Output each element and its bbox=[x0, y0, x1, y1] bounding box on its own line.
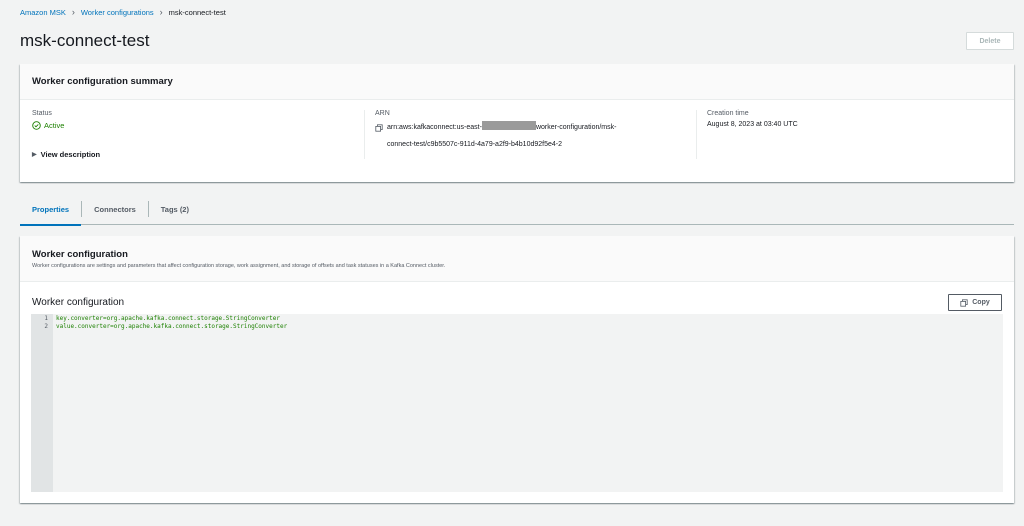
summary-panel: Worker configuration summary Status Acti… bbox=[20, 64, 1014, 182]
breadcrumb-worker-configurations[interactable]: Worker configurations bbox=[81, 8, 154, 17]
config-panel: Worker configuration Worker configuratio… bbox=[20, 236, 1014, 503]
config-header: Worker configuration Worker configuratio… bbox=[20, 236, 1014, 282]
creation-value: August 8, 2023 at 03:40 UTC bbox=[707, 121, 798, 128]
tab-tags[interactable]: Tags (2) bbox=[149, 197, 201, 225]
line-number: 1 bbox=[44, 315, 48, 322]
caret-right-icon: ▶ bbox=[32, 152, 37, 158]
copy-icon[interactable] bbox=[375, 124, 383, 132]
arn-prefix: arn:aws:kafkaconnect:us-east- bbox=[387, 124, 482, 131]
status-column: Status Active ▶ View description bbox=[32, 110, 364, 159]
delete-button[interactable]: Delete bbox=[966, 32, 1014, 50]
view-description-label: View description bbox=[40, 150, 101, 159]
config-description: Worker configurations are settings and p… bbox=[32, 262, 446, 269]
creation-column: Creation time August 8, 2023 at 03:40 UT… bbox=[696, 110, 996, 159]
code-line: key.converter=org.apache.kafka.connect.s… bbox=[56, 315, 280, 322]
copy-label: Copy bbox=[972, 299, 990, 306]
chevron-right-icon: › bbox=[71, 7, 75, 17]
breadcrumb-current: msk-connect-test bbox=[168, 8, 226, 17]
view-description-toggle[interactable]: ▶ View description bbox=[32, 150, 364, 159]
status-label: Status bbox=[32, 110, 52, 117]
chevron-right-icon: › bbox=[159, 7, 163, 17]
arn-column: ARN arn:aws:kafkaconnect:us-east-worker-… bbox=[364, 110, 696, 159]
status-badge: Active bbox=[32, 121, 364, 130]
code-line: value.converter=org.apache.kafka.connect… bbox=[56, 322, 288, 330]
code-editor[interactable]: 1 2 key.converter=org.apache.kafka.conne… bbox=[31, 314, 1003, 492]
copy-icon bbox=[960, 298, 968, 307]
line-numbers: 1 2 bbox=[31, 314, 53, 492]
tab-bar: Properties Connectors Tags (2) bbox=[20, 197, 1014, 226]
line-number: 2 bbox=[44, 322, 48, 330]
tab-properties[interactable]: Properties bbox=[20, 197, 82, 226]
arn-suffix-2: connect-test/c9b5507c-911d-4a79-a2f9-b4b… bbox=[387, 141, 562, 148]
summary-header: Worker configuration summary bbox=[20, 64, 1014, 100]
summary-title: Worker configuration summary bbox=[32, 76, 173, 87]
page-title: msk-connect-test bbox=[20, 31, 150, 50]
config-subtitle: Worker configuration bbox=[32, 297, 125, 308]
arn-suffix-1: worker-configuration/msk- bbox=[535, 124, 617, 131]
breadcrumb: Amazon MSK › Worker configurations › msk… bbox=[20, 7, 226, 18]
check-circle-icon bbox=[32, 121, 41, 130]
breadcrumb-amazon-msk[interactable]: Amazon MSK bbox=[20, 8, 66, 17]
copy-button[interactable]: Copy bbox=[948, 294, 1002, 311]
arn-label: ARN bbox=[375, 110, 390, 117]
status-value: Active bbox=[44, 121, 65, 130]
arn-value: arn:aws:kafkaconnect:us-east-worker-conf… bbox=[375, 119, 696, 153]
creation-label: Creation time bbox=[707, 110, 749, 117]
redacted-block bbox=[481, 121, 536, 130]
code-content: key.converter=org.apache.kafka.connect.s… bbox=[53, 314, 287, 492]
tab-connectors[interactable]: Connectors bbox=[82, 197, 148, 225]
config-title: Worker configuration bbox=[32, 248, 128, 260]
